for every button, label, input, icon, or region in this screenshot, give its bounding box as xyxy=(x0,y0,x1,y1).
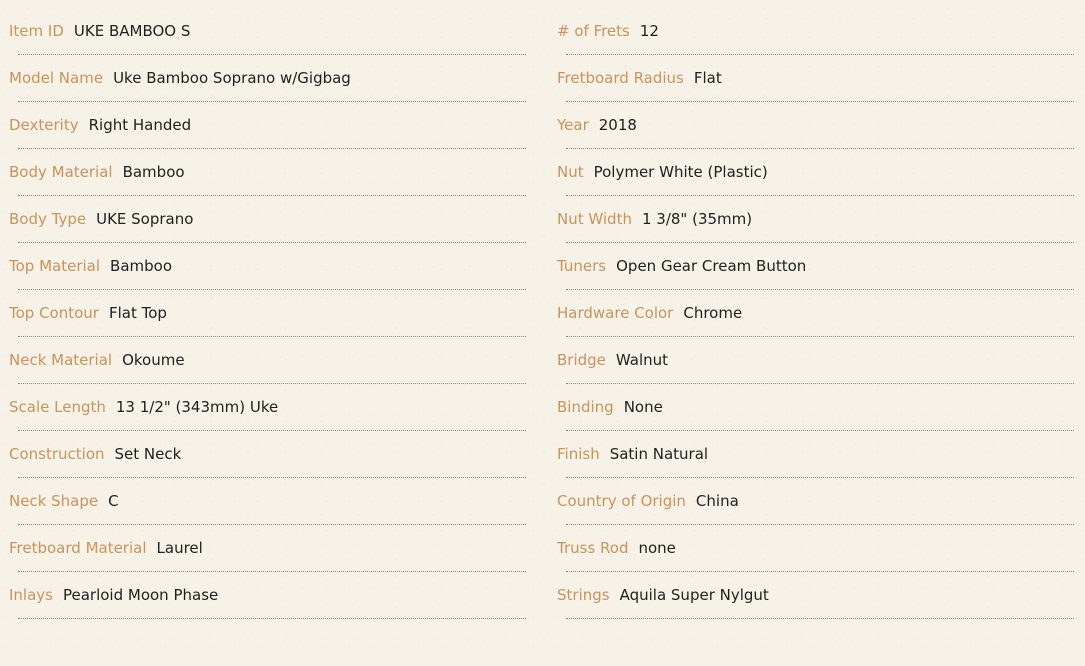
spec-row-item-id: Item ID UKE BAMBOO S xyxy=(9,7,526,55)
spec-row-year: Year 2018 xyxy=(557,101,1074,149)
spec-value: C xyxy=(108,492,119,510)
specs-column-right: # of Frets 12 Fretboard Radius Flat Year 20… xyxy=(557,7,1074,619)
spec-value: Right Handed xyxy=(88,116,192,134)
spec-value: Okoume xyxy=(122,351,185,369)
spec-label: Fretboard Material xyxy=(9,539,147,557)
spec-row-model-name: Model Name Uke Bamboo Soprano w/Gigbag xyxy=(9,54,526,102)
spec-value: UKE Soprano xyxy=(96,210,194,228)
spec-label: Nut xyxy=(557,163,584,181)
spec-value: Polymer White (Plastic) xyxy=(593,163,768,181)
spec-row-scale-length: Scale Length 13 1/2" (343mm) Uke xyxy=(9,383,526,431)
spec-row-neck-shape: Neck Shape C xyxy=(9,477,526,525)
spec-value: Flat Top xyxy=(108,304,167,322)
spec-value: Set Neck xyxy=(114,445,182,463)
spec-label: # of Frets xyxy=(557,22,630,40)
spec-value: Pearloid Moon Phase xyxy=(62,586,219,604)
spec-value: 13 1/2" (343mm) Uke xyxy=(115,398,279,416)
spec-label: Fretboard Radius xyxy=(557,69,684,87)
spec-value: None xyxy=(623,398,663,416)
spec-row-body-material: Body Material Bamboo xyxy=(9,148,526,196)
spec-label: Dexterity xyxy=(9,116,79,134)
spec-row-truss-rod: Truss Rod none xyxy=(557,524,1074,572)
spec-row-top-material: Top Material Bamboo xyxy=(9,242,526,290)
spec-label: Item ID xyxy=(9,22,64,40)
spec-row-country-of-origin: Country of Origin China xyxy=(557,477,1074,525)
specs-column-left: Item ID UKE BAMBOO S Model Name Uke Bamboo… xyxy=(9,7,526,619)
spec-label: Truss Rod xyxy=(557,539,629,557)
spec-row-hardware-color: Hardware Color Chrome xyxy=(557,289,1074,337)
spec-value: 2018 xyxy=(598,116,637,134)
spec-value: China xyxy=(695,492,739,510)
spec-label: Finish xyxy=(557,445,600,463)
spec-label: Bridge xyxy=(557,351,606,369)
spec-row-strings: Strings Aquila Super Nylgut xyxy=(557,571,1074,619)
spec-row-frets: # of Frets 12 xyxy=(557,7,1074,55)
spec-value: Walnut xyxy=(615,351,669,369)
spec-value: 1 3/8" (35mm) xyxy=(641,210,753,228)
spec-row-nut-width: Nut Width 1 3/8" (35mm) xyxy=(557,195,1074,243)
spec-label: Top Contour xyxy=(9,304,99,322)
spec-value: Bamboo xyxy=(110,257,173,275)
spec-value: Satin Natural xyxy=(609,445,709,463)
spec-label: Scale Length xyxy=(9,398,106,416)
spec-label: Binding xyxy=(557,398,614,416)
spec-divider xyxy=(18,618,526,619)
spec-value: Uke Bamboo Soprano w/Gigbag xyxy=(113,69,351,87)
spec-row-fretboard-radius: Fretboard Radius Flat xyxy=(557,54,1074,102)
spec-row-inlays: Inlays Pearloid Moon Phase xyxy=(9,571,526,619)
spec-label: Body Material xyxy=(9,163,113,181)
spec-label: Country of Origin xyxy=(557,492,686,510)
spec-label: Neck Material xyxy=(9,351,113,369)
spec-row-body-type: Body Type UKE Soprano xyxy=(9,195,526,243)
spec-value: Chrome xyxy=(683,304,743,322)
spec-label: Neck Shape xyxy=(9,492,99,510)
spec-value: Bamboo xyxy=(122,163,185,181)
spec-label: Nut Width xyxy=(557,210,632,228)
spec-label: Body Type xyxy=(9,210,87,228)
spec-value: none xyxy=(638,539,676,557)
spec-row-fretboard-material: Fretboard Material Laurel xyxy=(9,524,526,572)
spec-label: Tuners xyxy=(557,257,607,275)
spec-row-top-contour: Top Contour Flat Top xyxy=(9,289,526,337)
spec-row-neck-material: Neck Material Okoume xyxy=(9,336,526,384)
spec-divider xyxy=(566,618,1074,619)
spec-row-binding: Binding None xyxy=(557,383,1074,431)
spec-label: Model Name xyxy=(9,69,104,87)
spec-value: UKE BAMBOO S xyxy=(73,22,191,40)
spec-row-tuners: Tuners Open Gear Cream Button xyxy=(557,242,1074,290)
spec-label: Year xyxy=(557,116,589,134)
spec-label: Construction xyxy=(9,445,105,463)
spec-label: Inlays xyxy=(9,586,53,604)
spec-value: 12 xyxy=(639,22,659,40)
spec-label: Top Material xyxy=(9,257,101,275)
spec-row-construction: Construction Set Neck xyxy=(9,430,526,478)
spec-value: Flat xyxy=(693,69,722,87)
spec-row-finish: Finish Satin Natural xyxy=(557,430,1074,478)
spec-value: Aquila Super Nylgut xyxy=(619,586,769,604)
spec-row-nut: Nut Polymer White (Plastic) xyxy=(557,148,1074,196)
spec-label: Strings xyxy=(557,586,610,604)
spec-label: Hardware Color xyxy=(557,304,674,322)
spec-value: Open Gear Cream Button xyxy=(616,257,807,275)
spec-row-bridge: Bridge Walnut xyxy=(557,336,1074,384)
spec-row-dexterity: Dexterity Right Handed xyxy=(9,101,526,149)
spec-value: Laurel xyxy=(156,539,203,557)
